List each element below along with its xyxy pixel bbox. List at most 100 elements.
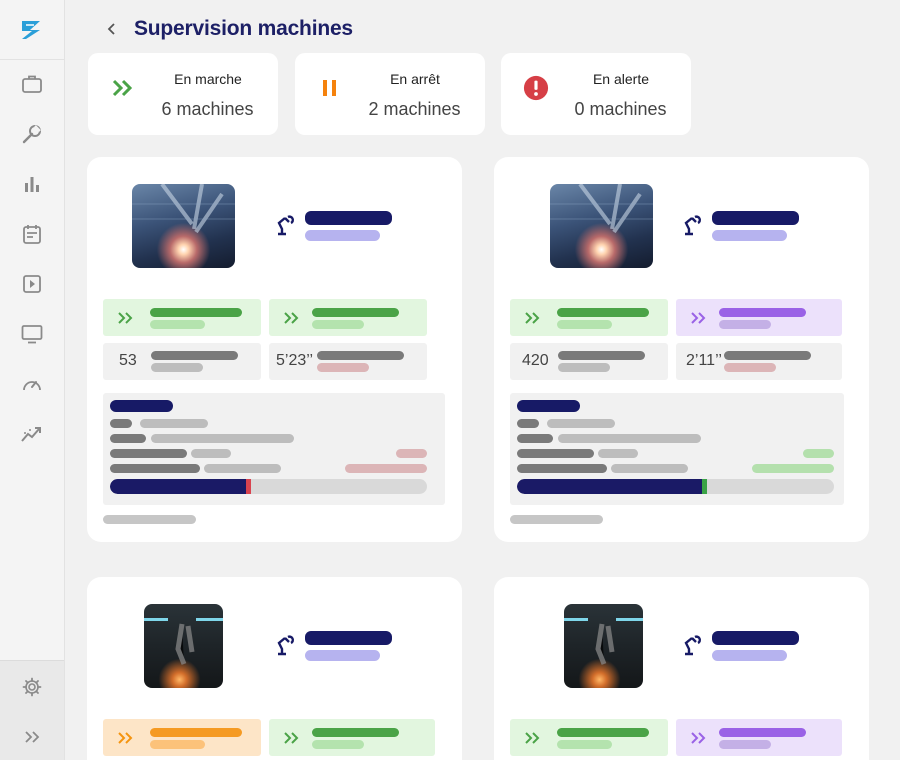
state-tile bbox=[510, 719, 668, 756]
machine-ref-placeholder bbox=[305, 650, 380, 661]
machine-name-placeholder bbox=[305, 211, 392, 225]
tile-bar bbox=[558, 363, 610, 372]
machine-photo bbox=[564, 604, 643, 688]
state-tile bbox=[676, 719, 842, 756]
tile-bar bbox=[724, 351, 811, 360]
detail-bar bbox=[110, 464, 200, 473]
detail-bar bbox=[517, 449, 594, 458]
bar-chart-icon[interactable] bbox=[0, 166, 64, 202]
running-chevrons-icon bbox=[525, 312, 540, 324]
purple-chevrons-icon bbox=[691, 732, 706, 744]
detail-bar bbox=[191, 449, 231, 458]
progress-bar bbox=[517, 479, 834, 494]
state-tile bbox=[103, 299, 261, 336]
expand-icon[interactable] bbox=[0, 719, 64, 755]
robot-arm-icon bbox=[684, 215, 701, 236]
wrench-icon[interactable] bbox=[0, 116, 64, 152]
machine-photo bbox=[132, 184, 235, 268]
detail-bar bbox=[517, 400, 580, 412]
tile-bar bbox=[724, 363, 776, 372]
machine-photo bbox=[144, 604, 223, 688]
machine-ref-placeholder bbox=[305, 230, 380, 241]
robot-arm-icon bbox=[684, 635, 701, 656]
detail-bar bbox=[752, 464, 834, 473]
sidebar bbox=[0, 0, 65, 760]
status-label: En marche bbox=[174, 71, 242, 87]
status-count: 6 machines bbox=[161, 99, 254, 119]
status-card-alert[interactable]: En alerte 0 machines bbox=[501, 53, 691, 135]
counter-value: 53 bbox=[119, 352, 137, 369]
tile-bar bbox=[557, 320, 612, 329]
gauge-icon[interactable] bbox=[0, 366, 64, 402]
detail-bar bbox=[611, 464, 688, 473]
gear-icon[interactable] bbox=[0, 669, 64, 705]
duration-tile: 2’11’’ bbox=[676, 343, 842, 380]
briefcase-icon[interactable] bbox=[0, 66, 64, 102]
tile-bar bbox=[151, 363, 203, 372]
running-chevrons-icon bbox=[284, 732, 299, 744]
tile-bar bbox=[312, 308, 399, 317]
status-count: 2 machines bbox=[368, 99, 461, 119]
play-icon[interactable] bbox=[0, 266, 64, 302]
detail-bar bbox=[547, 419, 615, 428]
status-label: En alerte bbox=[592, 71, 650, 87]
tile-bar bbox=[150, 740, 205, 749]
detail-bar bbox=[345, 464, 427, 473]
machine-details bbox=[103, 393, 445, 505]
status-card-running[interactable]: En marche 6 machines bbox=[88, 53, 278, 135]
machine-ref-placeholder bbox=[712, 650, 787, 661]
tile-bar bbox=[317, 363, 369, 372]
status-count: 0 machines bbox=[574, 99, 667, 119]
detail-bar bbox=[517, 464, 607, 473]
detail-bar bbox=[110, 449, 187, 458]
counter-tile: 53 bbox=[103, 343, 261, 380]
detail-bar bbox=[558, 434, 701, 443]
orange-chevrons-icon bbox=[118, 732, 133, 744]
back-button[interactable] bbox=[100, 17, 124, 41]
state-tile bbox=[103, 719, 261, 756]
machine-name-placeholder bbox=[712, 631, 799, 645]
purple-chevrons-icon bbox=[691, 312, 706, 324]
detail-bar bbox=[598, 449, 638, 458]
state-tile bbox=[510, 299, 668, 336]
monitor-icon[interactable] bbox=[0, 316, 64, 352]
trend-icon[interactable] bbox=[0, 416, 64, 452]
counter-value: 420 bbox=[522, 352, 549, 369]
counter-tile: 420 bbox=[510, 343, 668, 380]
status-card-stopped[interactable]: En arrêt 2 machines bbox=[295, 53, 485, 135]
state-tile bbox=[269, 299, 427, 336]
tile-bar bbox=[312, 728, 399, 737]
detail-bar bbox=[396, 449, 427, 458]
progress-fill bbox=[517, 479, 702, 494]
robot-arm-icon bbox=[277, 635, 294, 656]
page-title: Supervision machines bbox=[134, 17, 353, 40]
machine-name-placeholder bbox=[305, 631, 392, 645]
machine-card[interactable]: 420 2’11’’ bbox=[494, 157, 869, 542]
machine-photo bbox=[550, 184, 653, 268]
progress-end-marker bbox=[702, 479, 707, 494]
machine-card[interactable]: 53 5’23’’ bbox=[87, 157, 462, 542]
tile-bar bbox=[719, 728, 806, 737]
running-chevrons-icon bbox=[284, 312, 299, 324]
progress-bar bbox=[110, 479, 427, 494]
progress-end-marker bbox=[246, 479, 251, 494]
detail-bar bbox=[517, 419, 539, 428]
detail-bar bbox=[204, 464, 281, 473]
footer-placeholder bbox=[510, 515, 603, 524]
tile-bar bbox=[150, 728, 242, 737]
machine-card[interactable] bbox=[494, 577, 869, 760]
pause-icon bbox=[317, 75, 343, 101]
duration-value: 5’23’’ bbox=[276, 352, 314, 369]
calendar-icon[interactable] bbox=[0, 216, 64, 252]
tile-bar bbox=[719, 308, 806, 317]
chevron-left-icon bbox=[107, 23, 115, 35]
duration-value: 2’11’’ bbox=[686, 352, 722, 369]
tile-bar bbox=[719, 320, 771, 329]
logo-icon[interactable] bbox=[0, 0, 64, 60]
detail-bar bbox=[151, 434, 294, 443]
duration-tile: 5’23’’ bbox=[269, 343, 427, 380]
machine-card[interactable] bbox=[87, 577, 462, 760]
tile-bar bbox=[558, 351, 645, 360]
tile-bar bbox=[150, 308, 242, 317]
tile-bar bbox=[719, 740, 771, 749]
